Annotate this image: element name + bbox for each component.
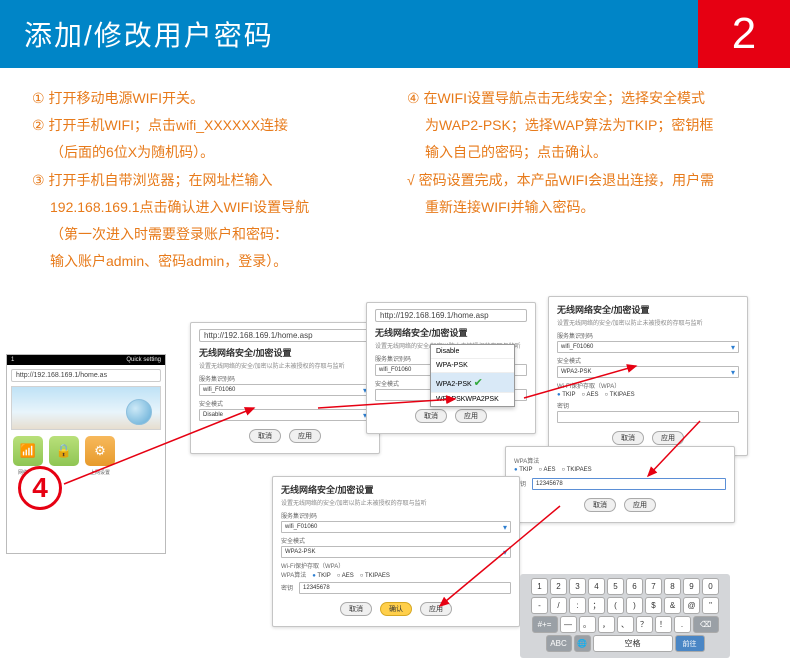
page-header: 添加/修改用户密码 2 [0,0,790,68]
globe-icon [126,399,152,425]
ok-button[interactable]: 确认 [380,602,412,616]
key[interactable]: 3 [569,578,586,595]
key[interactable]: ？ [636,616,653,633]
step-4-circle: 4 [18,466,62,510]
key[interactable]: ) [626,597,643,614]
key[interactable]: " [702,597,719,614]
key[interactable]: . [674,616,691,633]
step-number-badge: 2 [698,0,790,68]
mode-select[interactable]: WPA2-PSK▾ [557,366,739,378]
apply-button[interactable]: 应用 [624,498,656,512]
key-globe[interactable]: 🌐 [574,635,591,652]
key-input[interactable]: 12345678 [532,478,726,490]
icon-internet-settings[interactable]: ⚙上网设置 [85,436,115,466]
key[interactable]: ； [588,597,605,614]
key-shift[interactable]: #+= [532,616,558,633]
panel-wpa2-selected: 无线网络安全/加密设置 设置无线网络的安全/加密以防止未被授权的存取与监听 服务… [548,296,748,456]
key[interactable]: 0 [702,578,719,595]
onscreen-keyboard[interactable]: 1 2 3 4 5 6 7 8 9 0 - / : ； ( ) $ & @ " … [520,574,730,658]
security-mode-dropdown[interactable]: Disable WPA-PSK WPA2-PSK✔ WPAPSKWPA2PSK [430,344,515,407]
key[interactable]: $ [645,597,662,614]
apply-button[interactable]: 应用 [289,429,321,443]
key[interactable]: 1 [531,578,548,595]
icon-wireless-security[interactable]: 🔒 [49,436,79,466]
dropdown-wpa2psk: WPA2-PSK✔ [431,373,514,393]
key[interactable]: 5 [607,578,624,595]
key-go[interactable]: 前往 [675,635,705,652]
key[interactable]: 4 [588,578,605,595]
cancel-button[interactable]: 取消 [340,602,372,616]
instruction-columns: ① 打开移动电源WIFI开关。 ② 打开手机WIFI；点击wifi_XXXXXX… [0,68,790,286]
key-input[interactable]: 12345678 [299,582,511,594]
screenshot-collage: 1 Quick setting http://192.168.169.1/hom… [0,286,790,666]
instructions-right: ④ 在WIFI设置导航点击无线安全；选择安全模式 为WAP2-PSK；选择WAP… [387,86,762,276]
key[interactable]: ！ [655,616,672,633]
page-title: 添加/修改用户密码 [0,0,698,68]
key-abc[interactable]: ABC [546,635,572,652]
addressbar[interactable]: http://192.168.169.1/home.asp [375,309,527,322]
phone-mockup: 1 Quick setting http://192.168.169.1/hom… [6,354,166,554]
key[interactable]: 6 [626,578,643,595]
apply-button[interactable]: 应用 [420,602,452,616]
cancel-button[interactable]: 取消 [612,431,644,445]
phone-statusbar: 1 Quick setting [7,355,165,365]
cancel-button[interactable]: 取消 [584,498,616,512]
icon-network-status[interactable]: 📶网络状态 [13,436,43,466]
key[interactable]: ， [598,616,615,633]
key[interactable]: : [569,597,586,614]
apply-button[interactable]: 应用 [652,431,684,445]
phone-icon-row: 📶网络状态 🔒 ⚙上网设置 [13,436,159,466]
instructions-left: ① 打开移动电源WIFI开关。 ② 打开手机WIFI；点击wifi_XXXXXX… [32,86,387,276]
cancel-button[interactable]: 取消 [415,409,447,423]
cancel-button[interactable]: 取消 [249,429,281,443]
apply-button[interactable]: 应用 [455,409,487,423]
key[interactable]: 9 [683,578,700,595]
wpa-algo-radios[interactable]: TKIP AES TKIPAES [557,392,739,398]
panel-key-input: WPA算法 TKIP AES TKIPAES 密钥 12345678 取消 应用 [505,446,735,523]
key[interactable]: 7 [645,578,662,595]
ssid-select[interactable]: wifi_F01060▾ [557,341,739,353]
check-icon: ✔ [474,377,483,389]
key[interactable]: - [531,597,548,614]
mode-select[interactable]: Disable▾ [199,409,371,421]
phone-banner [11,386,161,430]
phone-addressbar[interactable]: http://192.168.169.1/home.as [11,369,161,382]
key[interactable]: 、 [617,616,634,633]
key-space[interactable]: 空格 [593,635,673,652]
key[interactable]: ( [607,597,624,614]
wpa-algo-radios[interactable]: TKIP AES TKIPAES [312,573,390,579]
key[interactable]: / [550,597,567,614]
panel-confirm: 无线网络安全/加密设置 设置无线网络的安全/加密以防止未被授权的存取与监听 服务… [272,476,520,627]
panel-security-disable: http://192.168.169.1/home.asp 无线网络安全/加密设… [190,322,380,454]
key-input[interactable] [557,411,739,423]
key[interactable]: & [664,597,681,614]
key[interactable]: — [560,616,577,633]
mode-select[interactable]: WPA2-PSK▾ [281,546,511,558]
key[interactable]: 。 [579,616,596,633]
addressbar[interactable]: http://192.168.169.1/home.asp [199,329,371,342]
ssid-select[interactable]: wifi_F01060▾ [199,384,371,396]
key[interactable]: 2 [550,578,567,595]
ssid-select[interactable]: wifi_F01060▾ [281,521,511,533]
key[interactable]: 8 [664,578,681,595]
key[interactable]: @ [683,597,700,614]
wpa-algo-radios[interactable]: TKIP AES TKIPAES [514,467,726,473]
key-backspace[interactable]: ⌫ [693,616,719,633]
